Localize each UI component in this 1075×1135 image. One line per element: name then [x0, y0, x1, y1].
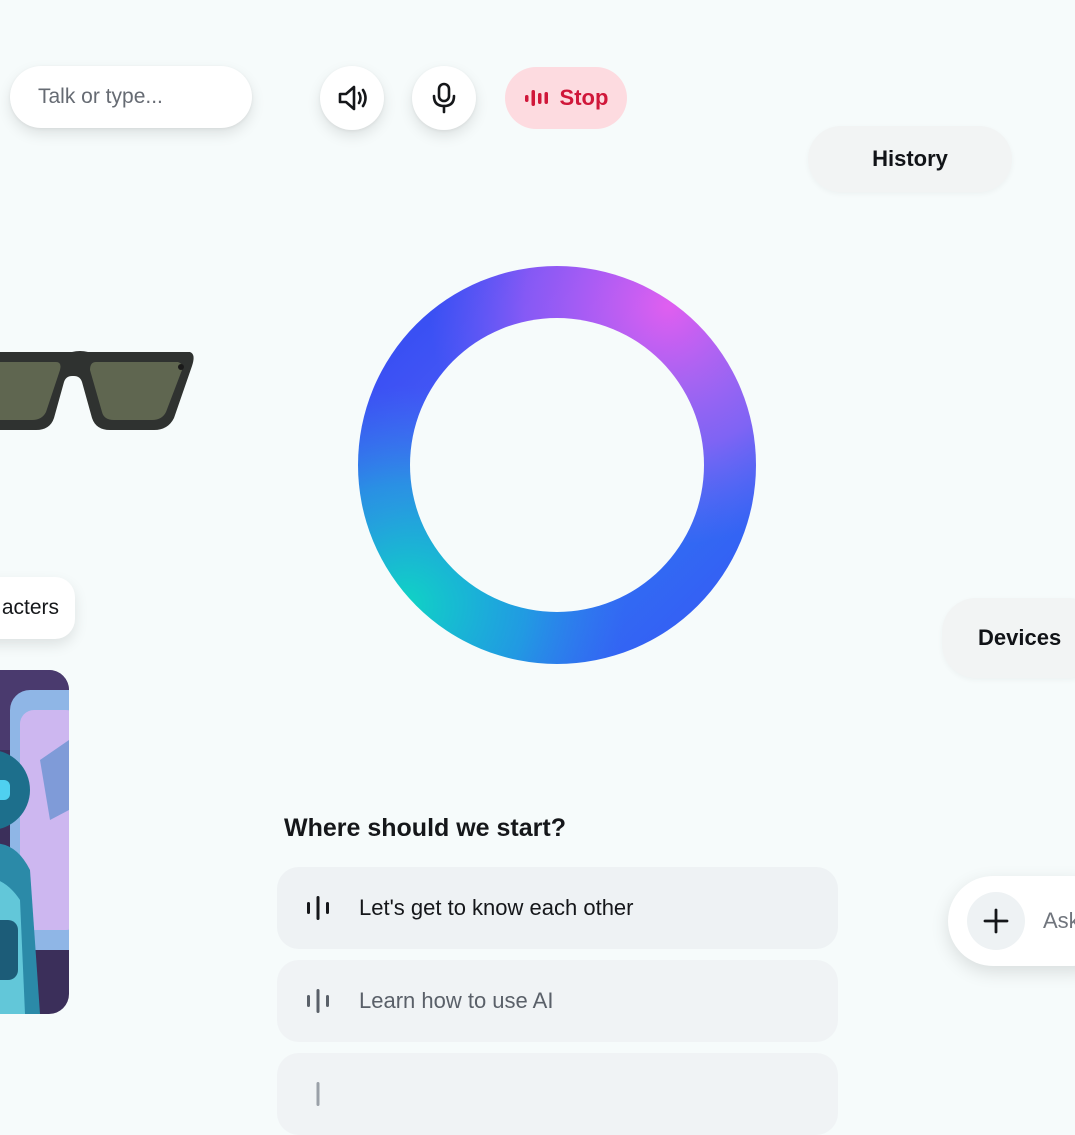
plus-icon — [983, 908, 1009, 934]
assistant-ring-visualizer[interactable] — [358, 266, 756, 664]
talk-or-type-input[interactable]: Talk or type... — [10, 66, 252, 128]
microphone-button[interactable] — [412, 66, 476, 130]
add-button[interactable] — [967, 892, 1025, 950]
voice-bars-icon — [307, 989, 329, 1013]
ask-input-button[interactable]: Ask — [948, 876, 1075, 966]
voice-bars-icon — [524, 90, 548, 106]
talk-input-placeholder: Talk or type... — [38, 85, 163, 108]
suggestion-learn-ai[interactable]: Learn how to use AI — [277, 960, 838, 1042]
stop-label: Stop — [559, 85, 609, 110]
devices-label: Devices — [978, 625, 1062, 650]
speaker-button[interactable] — [320, 66, 384, 130]
history-button[interactable]: History — [808, 126, 1012, 192]
suggestion-third[interactable] — [277, 1053, 838, 1135]
character-card[interactable] — [0, 670, 69, 1014]
characters-tab[interactable]: acters — [0, 577, 75, 639]
history-label: History — [872, 146, 948, 171]
voice-bars-icon — [316, 1082, 320, 1106]
characters-label: acters — [1, 596, 59, 619]
prompts-heading: Where should we start? — [284, 814, 566, 842]
stop-button[interactable]: Stop — [505, 67, 627, 129]
ask-label: Ask — [1043, 908, 1075, 933]
gradient-ring-icon — [358, 266, 756, 664]
speaker-volume-icon — [338, 85, 367, 111]
character-illustration — [0, 670, 69, 1014]
smart-glasses-image[interactable] — [0, 330, 200, 440]
microphone-icon — [432, 82, 456, 114]
suggestion-get-to-know[interactable]: Let's get to know each other — [277, 867, 838, 949]
suggestion-label: Let's get to know each other — [359, 895, 634, 920]
voice-bars-icon — [307, 896, 329, 920]
devices-button[interactable]: Devices — [942, 598, 1075, 678]
suggestion-label: Learn how to use AI — [359, 988, 554, 1013]
